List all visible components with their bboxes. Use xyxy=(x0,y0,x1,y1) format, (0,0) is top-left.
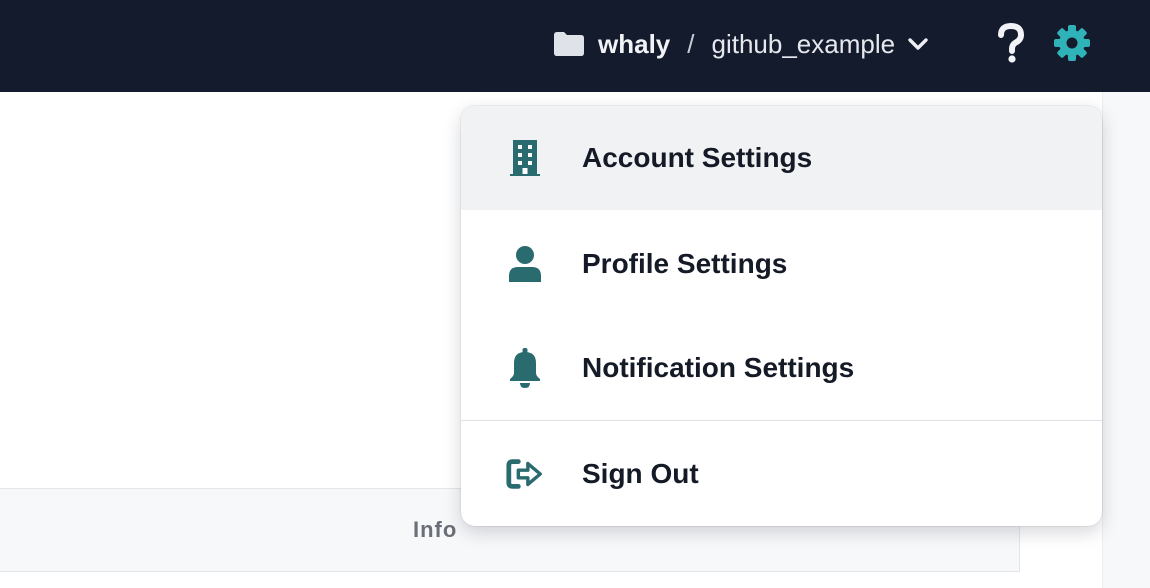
chevron-down-icon[interactable] xyxy=(907,36,929,52)
building-icon xyxy=(505,136,545,180)
menu-divider xyxy=(461,420,1102,421)
folder-icon xyxy=(552,31,586,57)
right-panel-edge xyxy=(1102,92,1150,588)
menu-item-label: Notification Settings xyxy=(582,352,855,383)
column-header-info[interactable]: Info xyxy=(413,517,457,543)
menu-item-label: Account Settings xyxy=(582,142,813,173)
sign-out-icon xyxy=(505,452,545,496)
menu-item-notification-settings[interactable]: Notification Settings xyxy=(461,316,1102,420)
help-button[interactable] xyxy=(994,22,1028,64)
user-icon xyxy=(505,242,545,286)
org-name[interactable]: whaly xyxy=(598,29,670,60)
top-navigation-bar: whaly / github_example xyxy=(0,0,1150,92)
menu-item-label: Sign Out xyxy=(582,458,699,489)
settings-button[interactable] xyxy=(1052,23,1092,63)
question-icon xyxy=(998,23,1025,63)
gear-icon xyxy=(1054,25,1090,61)
bell-icon xyxy=(505,346,545,390)
workspace-breadcrumb[interactable]: whaly / github_example xyxy=(552,24,929,64)
settings-dropdown-menu: Account Settings Profile Settings Notifi… xyxy=(461,106,1102,526)
menu-item-label: Profile Settings xyxy=(582,248,788,279)
menu-item-sign-out[interactable]: Sign Out xyxy=(461,422,1102,526)
menu-item-profile-settings[interactable]: Profile Settings xyxy=(461,212,1102,316)
menu-item-account-settings[interactable]: Account Settings xyxy=(461,106,1102,210)
project-name[interactable]: github_example xyxy=(711,29,895,60)
breadcrumb-separator: / xyxy=(687,28,695,59)
